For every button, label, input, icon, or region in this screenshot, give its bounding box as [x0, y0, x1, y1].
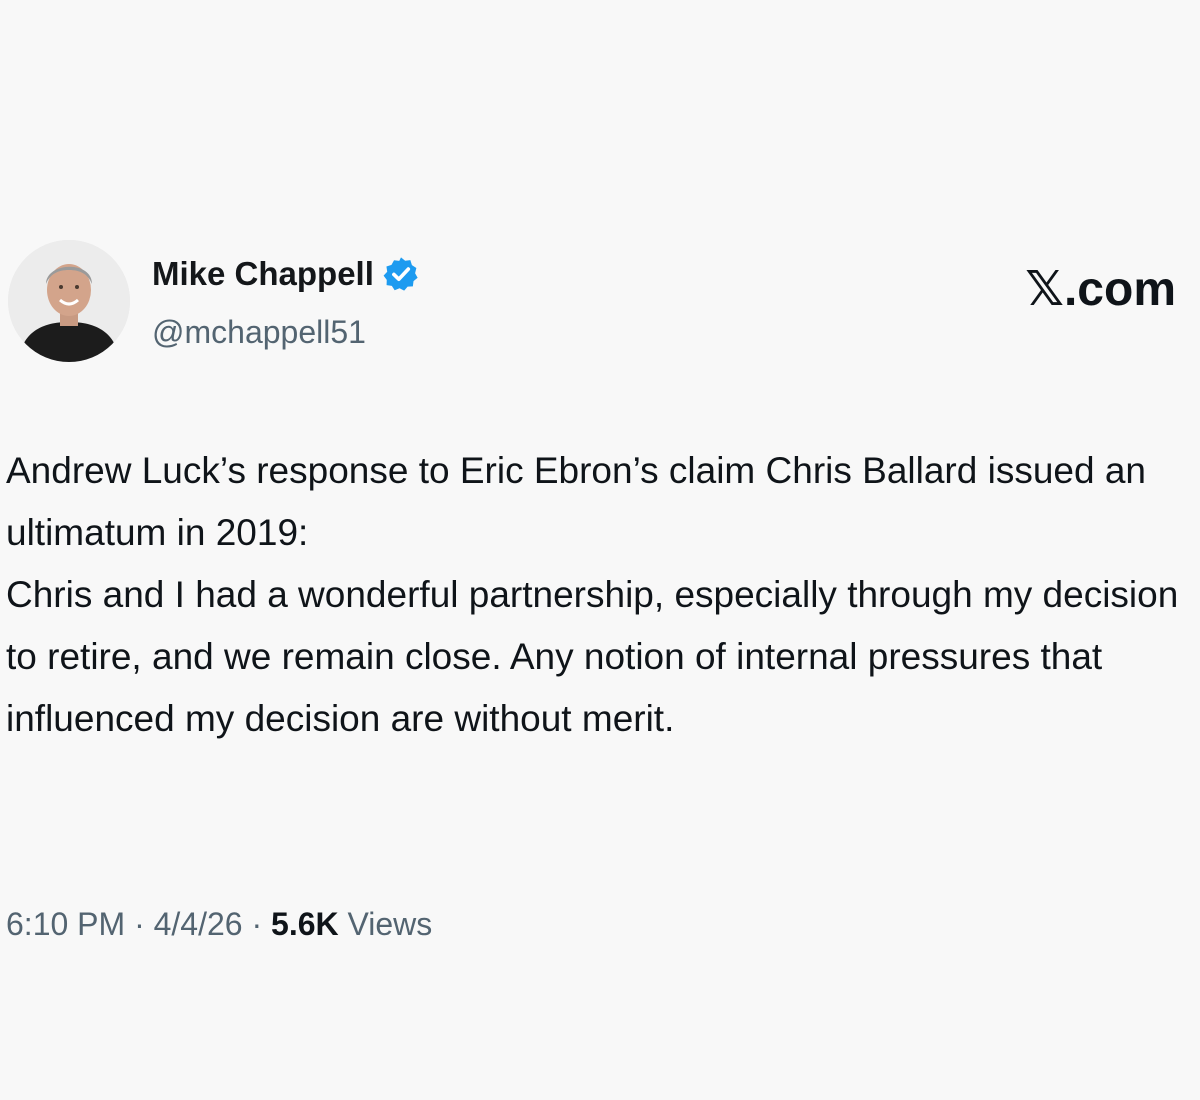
views-count: 5.6K	[271, 906, 339, 942]
x-brand-label: 𝕏.com	[1025, 263, 1176, 316]
tweet-body-line: Chris and I had a wonderful partnership,…	[6, 574, 1179, 739]
person-avatar-photo-icon	[8, 240, 130, 362]
meta-separator: ·	[134, 906, 145, 942]
tweet-body-line: Andrew Luck’s response to Eric Ebron’s c…	[6, 450, 1146, 553]
meta-separator: ·	[251, 906, 263, 942]
tweet-time[interactable]: 6:10 PM	[6, 906, 125, 942]
author-handle[interactable]: @mchappell51	[152, 312, 366, 352]
author-display-name[interactable]: Mike Chappell	[152, 254, 420, 294]
tweet-date[interactable]: 4/4/26	[154, 906, 243, 942]
views-label: Views	[347, 906, 433, 942]
tweet-meta: 6:10 PM · 4/4/26 · 5.6K Views	[6, 902, 432, 946]
tweet-body: Andrew Luck’s response to Eric Ebron’s c…	[6, 440, 1191, 750]
author-name-text: Mike Chappell	[152, 255, 374, 292]
author-avatar[interactable]	[8, 240, 130, 362]
verified-badge-icon	[382, 255, 420, 293]
tweet-card: Mike Chappell @mchappell51 𝕏.com Andrew …	[0, 0, 1200, 1100]
